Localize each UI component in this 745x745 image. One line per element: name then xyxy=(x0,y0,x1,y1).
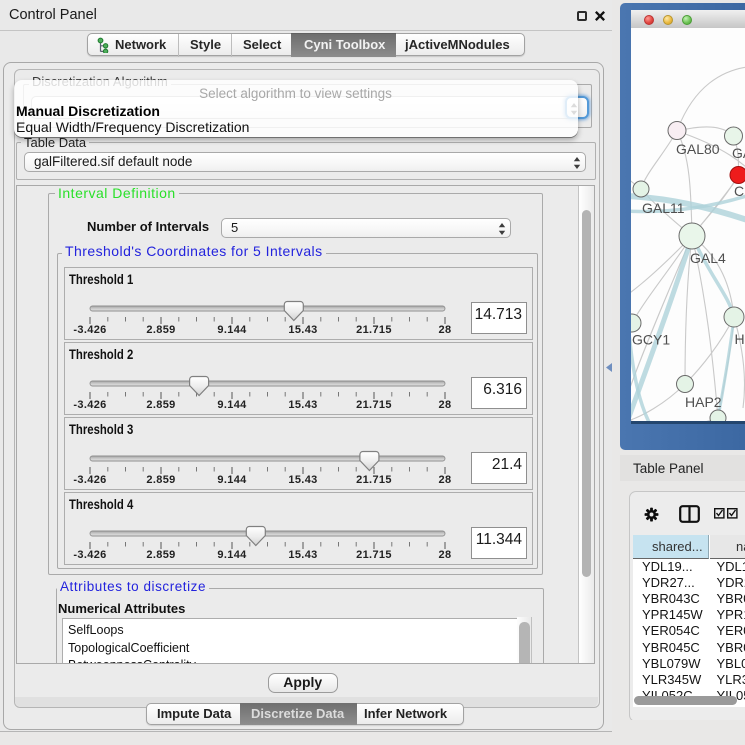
svg-text:21.715: 21.715 xyxy=(356,474,392,486)
svg-text:2.859: 2.859 xyxy=(146,549,175,561)
svg-text:GAL11: GAL11 xyxy=(642,200,685,216)
svg-text:28: 28 xyxy=(439,324,452,336)
svg-text:9.144: 9.144 xyxy=(217,324,247,336)
svg-text:HAP2: HAP2 xyxy=(685,394,722,410)
svg-text:15.43: 15.43 xyxy=(288,324,317,336)
svg-text:2.859: 2.859 xyxy=(146,399,175,411)
svg-text:21.715: 21.715 xyxy=(356,399,392,411)
svg-text:15.43: 15.43 xyxy=(288,549,317,561)
svg-text:9.144: 9.144 xyxy=(217,549,247,561)
svg-text:-3.426: -3.426 xyxy=(73,399,106,411)
svg-text:21.715: 21.715 xyxy=(356,324,392,336)
svg-text:9.144: 9.144 xyxy=(217,474,247,486)
svg-text:-3.426: -3.426 xyxy=(73,549,106,561)
svg-text:-3.426: -3.426 xyxy=(73,324,106,336)
svg-text:H: H xyxy=(735,331,745,347)
svg-text:GCY1: GCY1 xyxy=(632,332,670,348)
svg-text:28: 28 xyxy=(439,474,452,486)
svg-text:9.144: 9.144 xyxy=(217,399,247,411)
svg-text:28: 28 xyxy=(439,549,452,561)
svg-text:2.859: 2.859 xyxy=(146,474,175,486)
svg-text:GA: GA xyxy=(732,145,745,161)
svg-text:15.43: 15.43 xyxy=(288,474,317,486)
svg-text:28: 28 xyxy=(439,399,452,411)
svg-text:2.859: 2.859 xyxy=(146,324,175,336)
svg-text:GAL80: GAL80 xyxy=(676,141,720,157)
svg-text:-3.426: -3.426 xyxy=(73,474,106,486)
svg-text:GAL4: GAL4 xyxy=(690,250,726,266)
svg-text:C: C xyxy=(734,183,744,199)
svg-text:21.715: 21.715 xyxy=(356,549,392,561)
svg-text:15.43: 15.43 xyxy=(288,399,317,411)
